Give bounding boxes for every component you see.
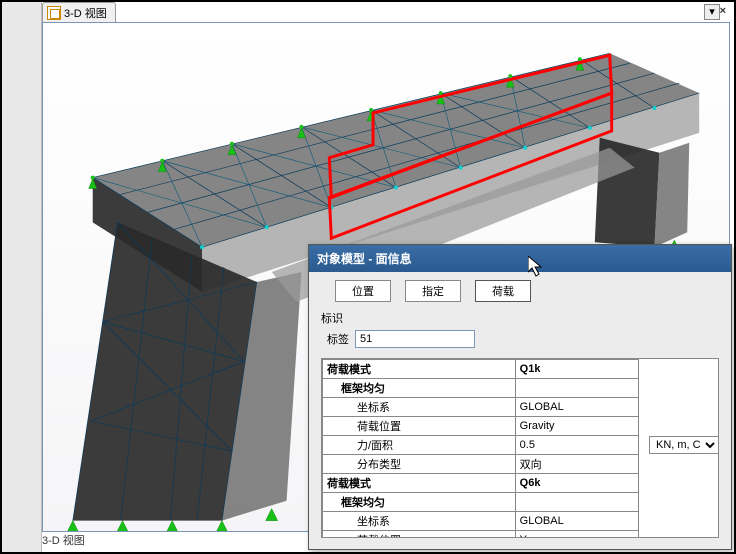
table-row[interactable]: 荷载位置Gravity [323, 417, 639, 436]
property-table: 荷载模式Q1k框架均匀坐标系GLOBAL荷载位置Gravity力/面积0.5分布… [322, 359, 639, 538]
table-row[interactable]: 框架均匀 [323, 493, 639, 512]
table-row[interactable]: 荷载模式Q1k [323, 360, 639, 379]
left-gutter [2, 2, 42, 552]
table-row[interactable]: 力/面积0.5 [323, 436, 639, 455]
units-dropdown[interactable]: KN, m, C [649, 436, 719, 454]
cube-icon [47, 6, 61, 20]
object-model-dialog[interactable]: 对象模型 - 面信息 位置 指定 荷载 标识 标签 荷载模式Q1k框架均匀坐标系… [308, 244, 732, 550]
dialog-body: 位置 指定 荷载 标识 标签 荷载模式Q1k框架均匀坐标系GLOBAL荷载位置G… [309, 272, 731, 549]
units-selector: KN, m, C [649, 436, 719, 454]
tab-position[interactable]: 位置 [335, 280, 391, 302]
status-bar: 3-D 视图 [42, 532, 85, 548]
tab-label: 3-D 视图 [64, 5, 107, 21]
group-identity-label: 标识 [321, 310, 723, 326]
tab-3d-view[interactable]: 3-D 视图 [42, 2, 116, 23]
dialog-tabs: 位置 指定 荷载 [335, 280, 723, 302]
status-text: 3-D 视图 [42, 535, 85, 547]
tab-bar: 3-D 视图 [42, 2, 116, 22]
table-row[interactable]: 荷载位置Y [323, 531, 639, 539]
table-row[interactable]: 坐标系GLOBAL [323, 512, 639, 531]
table-row[interactable]: 分布类型双向 [323, 455, 639, 474]
tag-input[interactable] [355, 330, 475, 348]
tab-load[interactable]: 荷载 [475, 280, 531, 302]
table-row[interactable]: 坐标系GLOBAL [323, 398, 639, 417]
table-row[interactable]: 荷载模式Q6k [323, 474, 639, 493]
viewport-dropdown[interactable]: ▾ [704, 4, 720, 20]
dialog-title[interactable]: 对象模型 - 面信息 [309, 245, 731, 272]
tab-assign[interactable]: 指定 [405, 280, 461, 302]
table-row[interactable]: 框架均匀 [323, 379, 639, 398]
tag-label: 标签 [327, 331, 349, 347]
